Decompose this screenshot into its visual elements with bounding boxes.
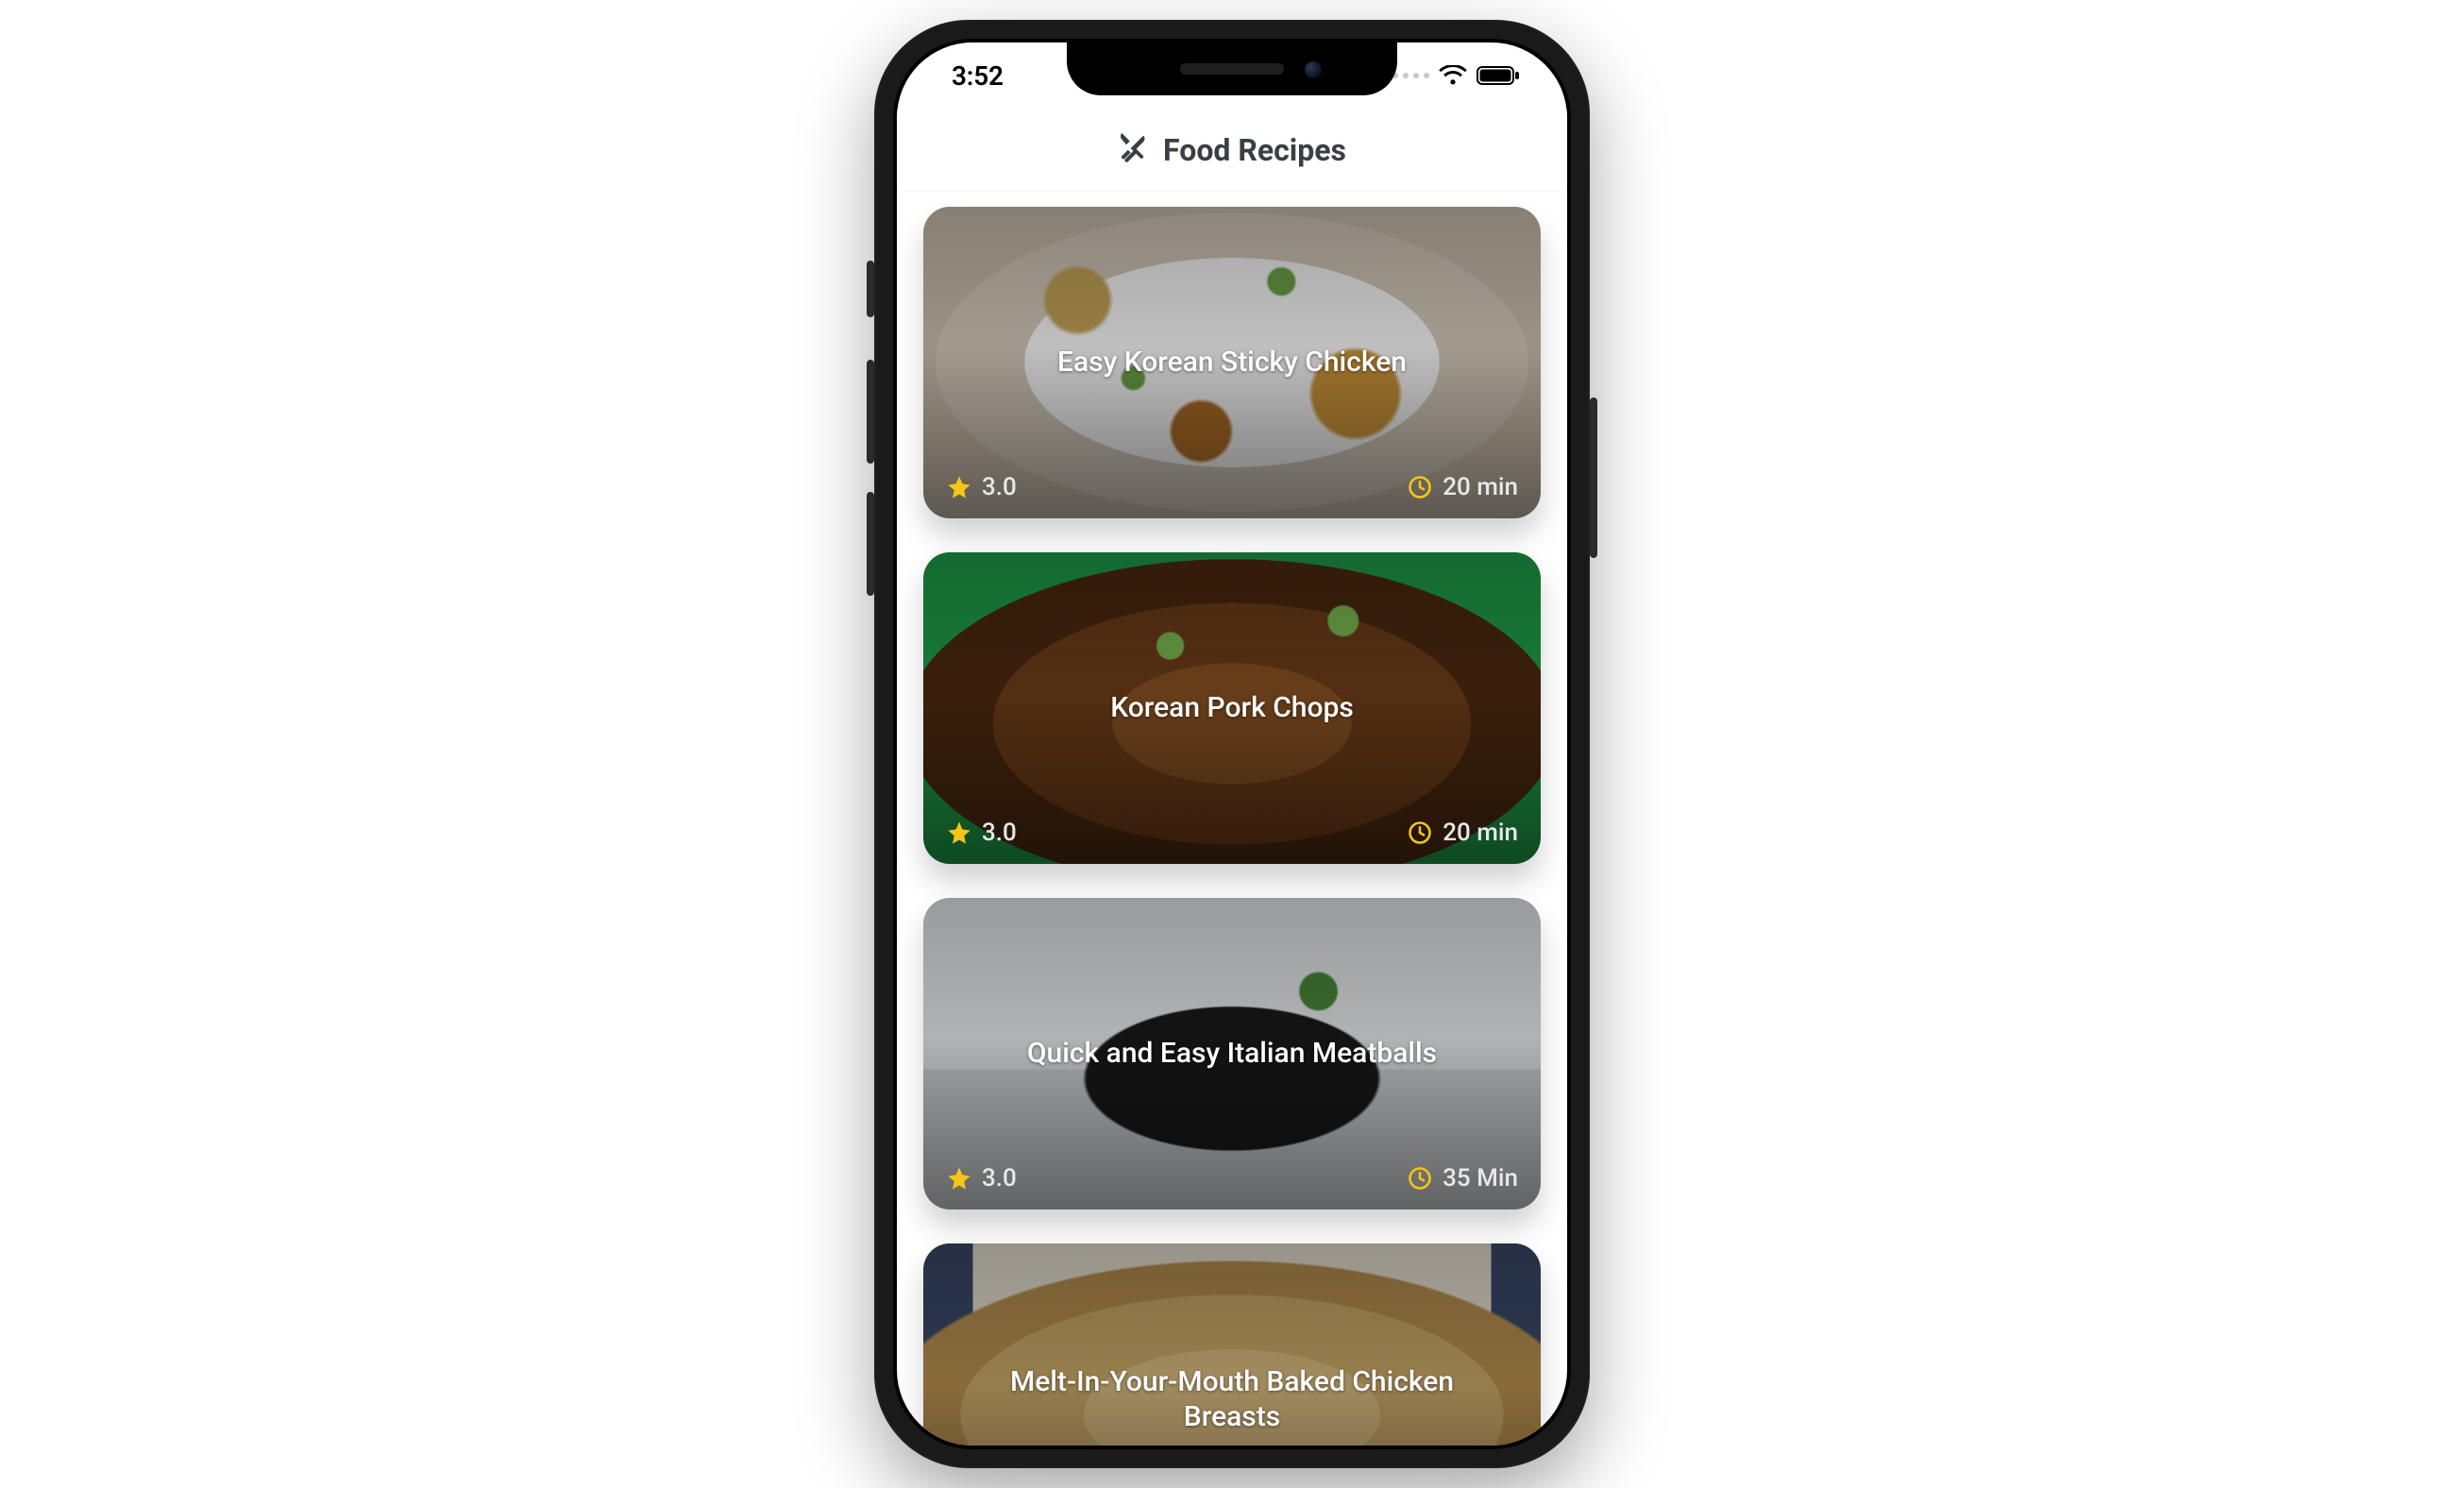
rating-value: 3.0 [982, 819, 1017, 847]
clock-icon [1407, 1165, 1433, 1192]
rating-value: 3.0 [982, 473, 1017, 501]
recipe-title: Quick and Easy Italian Meatballs [989, 1036, 1475, 1072]
battery-icon [1477, 65, 1520, 86]
time-group: 35 Min [1407, 1164, 1518, 1192]
recipe-card[interactable]: Quick and Easy Italian Meatballs 3.0 35 [923, 898, 1541, 1209]
volume-up-button [867, 360, 874, 464]
front-camera [1305, 61, 1322, 78]
recipe-card[interactable]: Korean Pork Chops 3.0 20 min [923, 552, 1541, 864]
notch [1067, 42, 1397, 95]
recipe-title: Korean Pork Chops [1072, 690, 1392, 726]
utensils-icon [1118, 133, 1148, 167]
power-button [1590, 397, 1597, 558]
wifi-icon [1439, 65, 1467, 86]
time-value: 20 min [1443, 473, 1518, 501]
cellular-signal-icon [1392, 73, 1429, 78]
star-icon [946, 1165, 972, 1192]
mute-switch [867, 261, 874, 317]
rating-group: 3.0 [946, 473, 1017, 501]
recipe-card[interactable]: Melt-In-Your-Mouth Baked Chicken Breasts… [923, 1243, 1541, 1446]
status-time: 3:52 [952, 60, 1004, 92]
clock-icon [1407, 474, 1433, 500]
time-group: 20 min [1407, 819, 1518, 847]
star-icon [946, 820, 972, 846]
clock-icon [1407, 820, 1433, 846]
recipe-title: Melt-In-Your-Mouth Baked Chicken Breasts [923, 1364, 1541, 1435]
rating-group: 3.0 [946, 819, 1017, 847]
time-value: 20 min [1443, 819, 1518, 847]
recipe-list[interactable]: Easy Korean Sticky Chicken 3.0 20 min [897, 192, 1567, 1446]
app-header: Food Recipes [897, 109, 1567, 192]
speaker-grille [1180, 63, 1284, 75]
time-group: 20 min [1407, 473, 1518, 501]
recipe-title: Easy Korean Sticky Chicken [1020, 345, 1444, 380]
time-value: 35 Min [1443, 1164, 1518, 1192]
recipe-card[interactable]: Easy Korean Sticky Chicken 3.0 20 min [923, 207, 1541, 518]
volume-down-button [867, 492, 874, 596]
rating-value: 3.0 [982, 1164, 1017, 1192]
page-title: Food Recipes [1163, 132, 1346, 168]
phone-frame: 3:52 [874, 20, 1590, 1468]
star-icon [946, 474, 972, 500]
screen: 3:52 [897, 42, 1567, 1446]
status-icons [1392, 65, 1520, 86]
rating-group: 3.0 [946, 1164, 1017, 1192]
